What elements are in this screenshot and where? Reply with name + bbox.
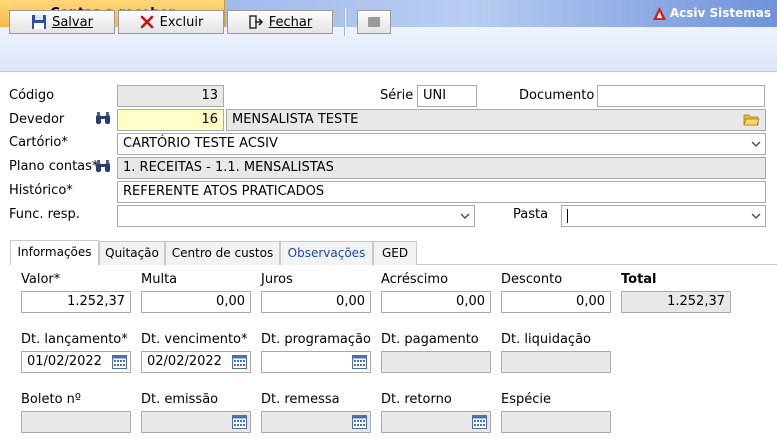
historico-field[interactable]: REFERENTE ATOS PRATICADOS	[117, 181, 766, 203]
tab-centro-custos[interactable]: Centro de custos	[165, 241, 280, 265]
pasta-label: Pasta	[513, 207, 549, 222]
brand-name: Acsiv Sistemas	[669, 6, 771, 20]
save-button[interactable]: Salvar	[9, 10, 115, 34]
juros-label: Juros	[261, 272, 293, 287]
func-select[interactable]	[117, 205, 475, 227]
plano-field: 1. RECEITAS - 1.1. MENSALISTAS	[117, 157, 766, 179]
total-label: Total	[621, 272, 657, 287]
boleto-field	[21, 411, 131, 433]
dt-pagamento-field	[381, 351, 491, 373]
devedor-name-field: MENSALISTA TESTE	[226, 109, 766, 131]
chevron-down-icon[interactable]	[457, 207, 473, 225]
especie-field	[501, 411, 611, 433]
dt-lancamento-label: Dt. lançamento*	[21, 332, 128, 347]
disabled-action-icon	[368, 17, 380, 27]
brand: Acsiv Sistemas	[652, 0, 771, 27]
acrescimo-field[interactable]: 0,00	[381, 291, 491, 313]
dt-retorno-field	[381, 411, 491, 433]
delete-icon	[140, 15, 153, 29]
codigo-field[interactable]: 13	[117, 85, 224, 107]
multa-label: Multa	[141, 272, 178, 287]
documento-label: Documento	[519, 88, 595, 103]
brand-logo-icon	[652, 7, 666, 20]
devedor-label: Devedor	[9, 112, 65, 127]
valor-label: Valor*	[21, 272, 61, 287]
save-icon	[32, 15, 47, 29]
calendar-icon	[352, 415, 367, 429]
desconto-label: Desconto	[501, 272, 563, 287]
binoculars-icon[interactable]	[95, 112, 111, 126]
cartorio-select[interactable]: CARTÓRIO TESTE ACSIV	[117, 133, 766, 155]
dt-vencimento-label: Dt. vencimento*	[141, 332, 248, 347]
dt-programacao-label: Dt. programação	[261, 332, 371, 347]
desconto-field[interactable]: 0,00	[501, 291, 611, 313]
extra-button[interactable]	[357, 10, 391, 34]
dt-remessa-field	[261, 411, 371, 433]
calendar-icon[interactable]	[232, 355, 247, 369]
close-label: Fechar	[268, 14, 313, 30]
valor-field[interactable]: 1.252,37	[21, 291, 131, 313]
total-field: 1.252,37	[621, 291, 731, 313]
historico-label: Histórico*	[9, 183, 73, 198]
dt-emissao-field	[141, 411, 251, 433]
dt-lancamento-value: 01/02/2022	[27, 354, 102, 369]
especie-label: Espécie	[501, 392, 551, 407]
serie-label: Série	[380, 88, 414, 103]
func-label: Func. resp.	[9, 207, 80, 222]
codigo-label: Código	[9, 88, 55, 103]
tab-quitacao[interactable]: Quitação	[99, 241, 165, 265]
tab-observacoes[interactable]: Observações	[280, 241, 373, 265]
multa-field[interactable]: 0,00	[141, 291, 251, 313]
juros-field[interactable]: 0,00	[261, 291, 371, 313]
dt-emissao-label: Dt. emissão	[141, 392, 219, 407]
delete-label: Excluir	[159, 14, 204, 30]
documento-field[interactable]	[597, 85, 765, 107]
exit-icon	[249, 15, 263, 29]
toolbar-separator	[344, 8, 346, 36]
calendar-icon[interactable]	[112, 355, 127, 369]
dt-vencimento-value: 02/02/2022	[147, 354, 222, 369]
dt-remessa-label: Dt. remessa	[261, 392, 340, 407]
tab-informacoes[interactable]: Informações	[10, 240, 99, 265]
serie-field[interactable]: UNI	[417, 85, 477, 107]
dt-lancamento-field[interactable]: 01/02/2022	[21, 351, 131, 373]
plano-label: Plano contas*	[9, 159, 99, 174]
calendar-icon[interactable]	[352, 355, 367, 369]
devedor-code-field[interactable]: 16	[117, 109, 224, 131]
pasta-select[interactable]	[561, 205, 766, 227]
dt-liquidacao-label: Dt. liquidação	[501, 332, 591, 347]
close-button[interactable]: Fechar	[227, 10, 333, 34]
save-label: Salvar	[52, 14, 93, 30]
chevron-down-icon[interactable]	[748, 207, 764, 225]
dt-liquidacao-field	[501, 351, 611, 373]
dt-programacao-field[interactable]	[261, 351, 371, 373]
dt-retorno-label: Dt. retorno	[381, 392, 452, 407]
cartorio-label: Cartório*	[9, 135, 68, 150]
cartorio-value: CARTÓRIO TESTE ACSIV	[123, 136, 278, 151]
calendar-icon	[232, 415, 247, 429]
acrescimo-label: Acréscimo	[381, 272, 449, 287]
text-cursor	[567, 208, 568, 223]
dt-vencimento-field[interactable]: 02/02/2022	[141, 351, 251, 373]
boleto-label: Boleto nº	[21, 392, 82, 407]
chevron-down-icon[interactable]	[748, 135, 764, 153]
binoculars-icon[interactable]	[95, 160, 111, 174]
tab-ged[interactable]: GED	[373, 241, 417, 265]
delete-button[interactable]: Excluir	[118, 10, 224, 34]
dt-pagamento-label: Dt. pagamento	[381, 332, 479, 347]
folder-icon[interactable]	[743, 112, 760, 127]
calendar-icon	[472, 415, 487, 429]
